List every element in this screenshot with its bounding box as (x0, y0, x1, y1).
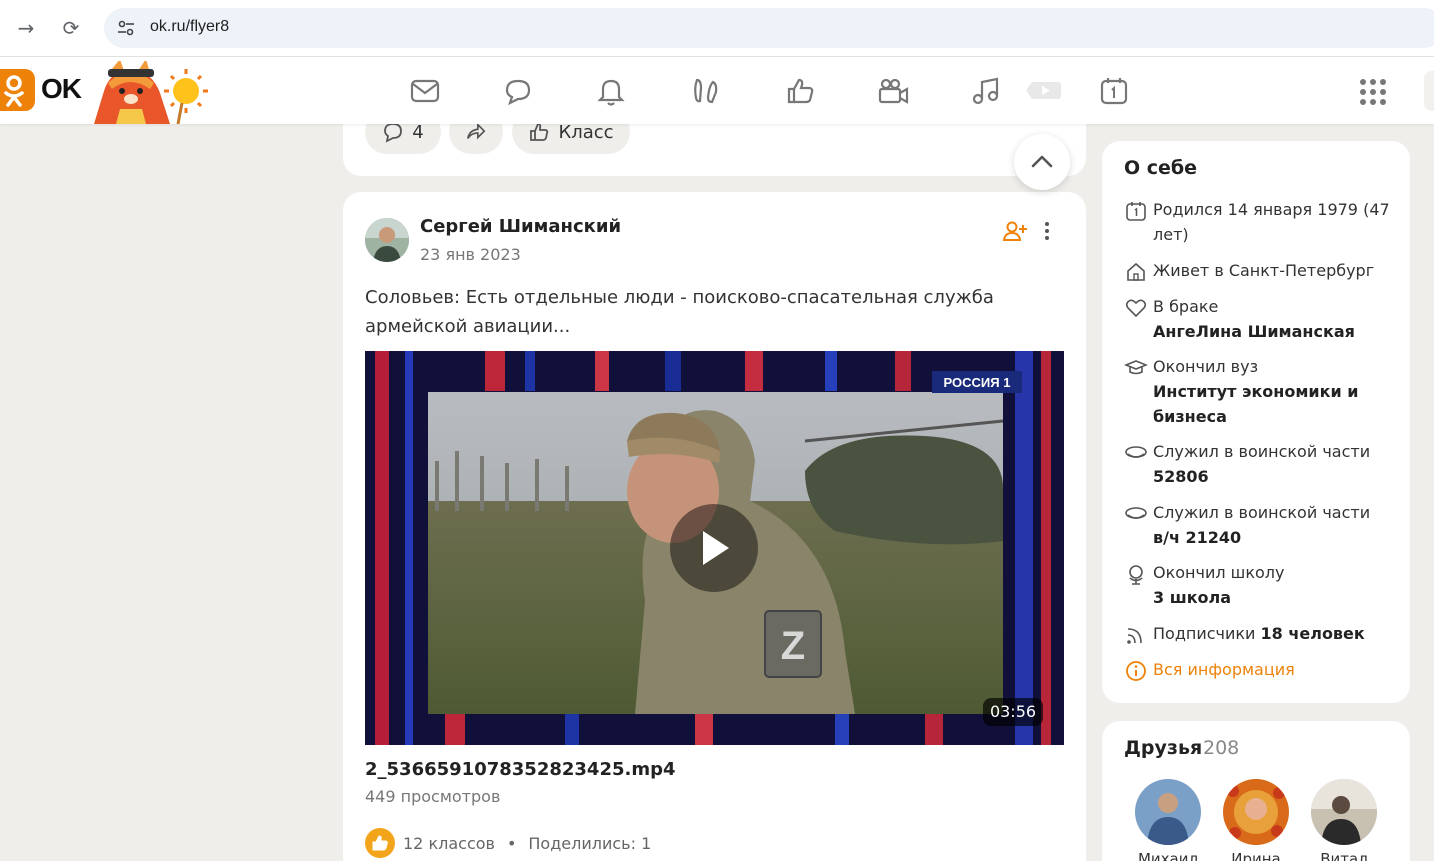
friend-name[interactable]: Витал (1304, 850, 1384, 861)
browser-toolbar: → ⟳ ok.ru/flyer8 (0, 0, 1434, 57)
more-menu-icon[interactable] (1038, 219, 1056, 243)
birth-info: Родился 14 января 1979 (47 лет) (1153, 200, 1390, 244)
home-icon (1127, 262, 1145, 281)
messages-icon[interactable] (408, 74, 442, 108)
site-settings-icon[interactable] (116, 18, 136, 38)
military-label-2: Служил в воинской части (1153, 503, 1371, 522)
mascot-icon (94, 61, 208, 124)
military-info-2: Служил в воинской части в/ч 21240 (1153, 500, 1393, 550)
post-stats: 12 классов • Поделились: 1 (365, 827, 651, 859)
school-info: Окончил школу 3 школа (1153, 560, 1393, 610)
military-cap-icon (1125, 507, 1147, 519)
comment-icon (384, 123, 403, 143)
calendar-icon[interactable] (1097, 74, 1131, 108)
friends-title[interactable]: Друзья (1124, 737, 1202, 759)
military-cap-icon (1125, 446, 1147, 458)
globe-icon (1129, 565, 1143, 585)
discussions-icon[interactable] (501, 74, 535, 108)
chevron-up-icon (1031, 155, 1053, 168)
post-text: Соловьев: Есть отдельные люди - поисково… (365, 287, 994, 337)
university-link[interactable]: Институт экономики и бизнеса (1153, 382, 1358, 426)
events-like-icon[interactable] (783, 74, 817, 108)
live-video-icon[interactable] (1024, 74, 1064, 108)
video-icon[interactable] (876, 74, 910, 108)
calendar-icon (1126, 202, 1146, 221)
rss-icon (1127, 628, 1142, 644)
channel-badge: РОССИЯ 1 (944, 375, 1011, 390)
friend-avatar[interactable] (1135, 779, 1201, 845)
guests-icon[interactable] (689, 74, 723, 108)
scroll-to-top-button[interactable] (1014, 134, 1070, 190)
header-search-edge[interactable] (1424, 71, 1434, 111)
location-info: Живет в Санкт-Петербург (1153, 261, 1375, 280)
friend-name[interactable]: Михаил (1128, 850, 1208, 861)
video-views: 449 просмотров (365, 787, 501, 806)
shares-count[interactable]: Поделились: 1 (528, 834, 651, 853)
address-bar[interactable]: ok.ru/flyer8 (104, 8, 1434, 48)
school-label: Окончил школу (1153, 563, 1285, 582)
marital-label: В браке (1153, 297, 1219, 316)
author-avatar[interactable] (365, 218, 409, 262)
forward-icon[interactable]: → (12, 14, 40, 42)
friends-count[interactable]: 208 (1203, 737, 1239, 759)
comments-count: 4 (412, 121, 424, 143)
ok-logo-icon[interactable] (0, 69, 35, 111)
class-reaction-icon[interactable] (365, 828, 395, 858)
logo-text[interactable]: OK (41, 73, 82, 105)
video-thumbnail: Z РОССИЯ 1 (365, 351, 1064, 745)
spouse-link[interactable]: АнгеЛина Шиманская (1153, 322, 1355, 341)
military-info-1: Служил в воинской части 52806 (1153, 439, 1393, 489)
video-player[interactable]: Z РОССИЯ 1 (365, 351, 1064, 745)
likes-count[interactable]: 12 классов (403, 834, 495, 853)
post-date[interactable]: 23 янв 2023 (420, 245, 521, 264)
military-unit-link-2[interactable]: в/ч 21240 (1153, 528, 1241, 547)
friend-avatar[interactable] (1311, 779, 1377, 845)
site-header: OK (0, 57, 1434, 124)
military-unit-link-1[interactable]: 52806 (1153, 467, 1209, 486)
apps-grid-icon[interactable] (1358, 77, 1388, 107)
video-duration: 03:56 (983, 698, 1043, 726)
notifications-icon[interactable] (594, 74, 628, 108)
graduation-cap-icon (1124, 360, 1148, 375)
friend-name[interactable]: Ирина (1216, 850, 1296, 861)
video-title[interactable]: 2_5366591078352823425.mp4 (365, 759, 676, 780)
post-author[interactable]: Сергей Шиманский (420, 216, 621, 237)
patch-letter: Z (781, 624, 805, 668)
friend-avatar[interactable] (1223, 779, 1289, 845)
class-label: Класс (558, 121, 614, 143)
add-friend-icon[interactable] (1002, 219, 1028, 243)
about-title: О себе (1124, 157, 1198, 179)
music-icon[interactable] (969, 74, 1003, 108)
university-info: Окончил вуз Институт экономики и бизнеса (1153, 354, 1393, 429)
like-icon (530, 123, 549, 141)
marital-info: В браке АнгеЛина Шиманская (1153, 294, 1393, 344)
url-text: ok.ru/flyer8 (150, 18, 230, 35)
subscribers-info[interactable]: Подписчики 18 человек (1153, 621, 1393, 646)
school-link[interactable]: 3 школа (1153, 588, 1231, 607)
stats-separator: • (506, 833, 517, 853)
reload-icon[interactable]: ⟳ (57, 14, 85, 42)
subscribers-label: Подписчики (1153, 624, 1256, 643)
subscribers-count[interactable]: 18 человек (1261, 624, 1365, 643)
share-icon (466, 122, 486, 140)
info-icon[interactable] (1124, 659, 1148, 683)
hearts-icon (1125, 299, 1147, 318)
university-label: Окончил вуз (1153, 357, 1259, 376)
military-label-1: Служил в воинской части (1153, 442, 1371, 461)
all-info-link[interactable]: Вся информация (1153, 657, 1393, 682)
